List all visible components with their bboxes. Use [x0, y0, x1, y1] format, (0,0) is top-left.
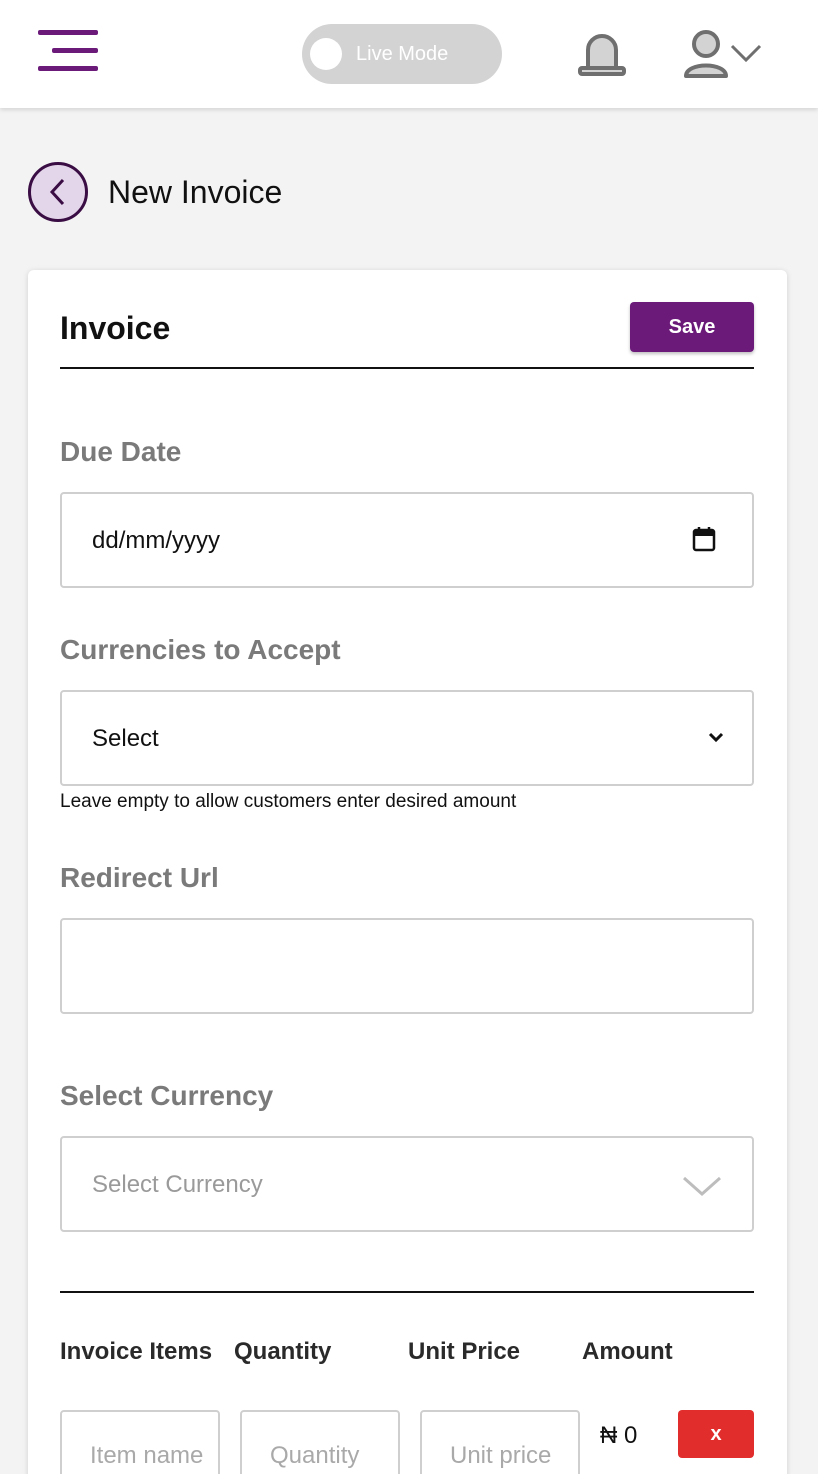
divider — [60, 367, 754, 369]
menu-icon[interactable] — [38, 30, 100, 74]
toggle-knob — [310, 38, 342, 70]
bell-icon[interactable] — [574, 26, 630, 82]
chevron-left-icon — [49, 178, 65, 206]
invoice-card: Invoice Save Due Date dd/mm/yyyy Currenc… — [28, 270, 787, 1474]
user-menu[interactable] — [680, 26, 770, 82]
currencies-label: Currencies to Accept — [60, 634, 341, 665]
amount-value: ₦ 0 — [600, 1422, 638, 1449]
currencies-select[interactable]: Select — [60, 690, 754, 786]
select-currency-dropdown[interactable]: Select Currency — [60, 1136, 754, 1232]
chevron-down-icon — [708, 732, 724, 743]
due-date-input[interactable]: dd/mm/yyyy — [60, 492, 754, 588]
top-bar: Live Mode — [0, 0, 818, 108]
user-icon — [684, 30, 762, 78]
due-date-label: Due Date — [60, 436, 182, 467]
page-title: New Invoice — [108, 174, 283, 210]
card-title: Invoice — [60, 310, 171, 346]
item-name-input[interactable]: Item name — [60, 1410, 220, 1474]
quantity-placeholder: Quantity — [270, 1442, 360, 1469]
unit-price-placeholder: Unit price — [450, 1442, 552, 1469]
live-mode-label: Live Mode — [356, 43, 449, 65]
select-currency-label: Select Currency — [60, 1080, 274, 1111]
divider — [60, 1291, 754, 1293]
due-date-placeholder: dd/mm/yyyy — [92, 527, 221, 554]
column-quantity: Quantity — [234, 1338, 332, 1365]
quantity-input[interactable]: Quantity — [240, 1410, 400, 1474]
unit-price-input[interactable]: Unit price — [420, 1410, 580, 1474]
item-name-placeholder: Item name — [90, 1442, 204, 1469]
currencies-select-value: Select — [92, 725, 159, 752]
column-invoice-items: Invoice Items — [60, 1338, 213, 1365]
calendar-icon[interactable] — [692, 526, 716, 552]
column-unit-price: Unit Price — [408, 1338, 521, 1365]
currencies-helper-text: Leave empty to allow customers enter des… — [60, 791, 517, 812]
redirect-url-label: Redirect Url — [60, 862, 219, 893]
remove-item-button[interactable]: x — [678, 1410, 754, 1458]
back-button[interactable] — [28, 162, 88, 222]
column-amount: Amount — [582, 1338, 673, 1365]
live-mode-toggle[interactable]: Live Mode — [302, 24, 502, 84]
save-button[interactable]: Save — [630, 302, 754, 352]
redirect-url-input[interactable] — [60, 918, 754, 1014]
chevron-down-icon — [683, 1176, 721, 1197]
select-currency-placeholder: Select Currency — [92, 1171, 263, 1198]
